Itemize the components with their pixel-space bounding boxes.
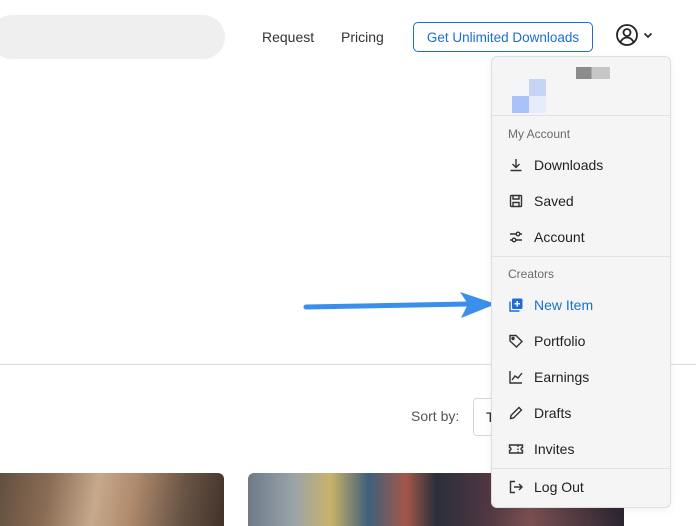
menu-section-my-account: My Account [508, 127, 571, 141]
get-unlimited-downloads-button[interactable]: Get Unlimited Downloads [413, 22, 593, 52]
add-square-icon [509, 298, 523, 312]
sliders-icon [510, 231, 522, 243]
account-dropdown-menu: My Account Downloads Saved Account Creat… [491, 56, 671, 508]
menu-item-label: Drafts [534, 405, 572, 421]
menu-divider [492, 115, 670, 116]
menu-item-portfolio[interactable]: Portfolio [508, 330, 658, 352]
ticket-icon [508, 444, 524, 454]
download-icon [510, 159, 522, 172]
menu-item-label: Portfolio [534, 333, 586, 349]
menu-item-account[interactable]: Account [508, 226, 658, 248]
menu-item-label: Account [534, 229, 585, 245]
menu-item-invites[interactable]: Invites [508, 438, 658, 460]
nav-pricing-link[interactable]: Pricing [341, 29, 384, 45]
save-icon [509, 194, 523, 208]
menu-item-label: Log Out [534, 479, 584, 495]
search-bar[interactable] [0, 15, 225, 59]
menu-item-label: New Item [534, 297, 594, 313]
logout-icon [509, 480, 523, 494]
chevron-down-icon [643, 32, 653, 39]
sort-label: Sort by: [411, 408, 460, 424]
menu-divider [492, 468, 670, 469]
menu-item-label: Saved [534, 193, 574, 209]
account-menu-button[interactable] [615, 23, 653, 47]
menu-item-label: Invites [534, 441, 575, 457]
menu-item-earnings[interactable]: Earnings [508, 366, 658, 388]
menu-item-logout[interactable]: Log Out [508, 476, 658, 498]
menu-divider [492, 256, 670, 257]
menu-item-new-item[interactable]: New Item [508, 294, 658, 316]
menu-item-saved[interactable]: Saved [508, 190, 658, 212]
menu-section-creators: Creators [508, 267, 555, 281]
menu-item-downloads[interactable]: Downloads [508, 154, 658, 176]
tag-icon [509, 334, 523, 348]
avatar [512, 79, 546, 113]
nav-request-link[interactable]: Request [262, 29, 314, 45]
menu-item-drafts[interactable]: Drafts [508, 402, 658, 424]
pointer-arrow-icon [303, 292, 496, 318]
redacted-username [576, 67, 610, 79]
menu-item-label: Earnings [534, 369, 590, 385]
user-circle-icon [616, 24, 638, 46]
pencil-icon [509, 406, 523, 420]
line-chart-icon [509, 371, 523, 384]
menu-item-label: Downloads [534, 157, 604, 173]
item-thumbnail[interactable] [0, 473, 224, 526]
